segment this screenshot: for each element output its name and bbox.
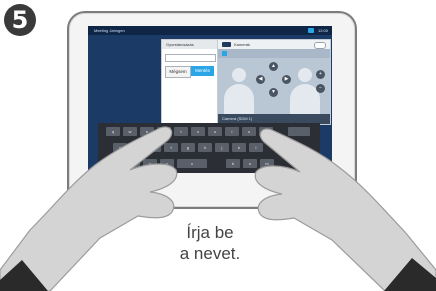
instruction-caption: Írja be a nevet. <box>150 222 270 264</box>
camera-preview: ▲ ▼ ◀ ▶ + − <box>218 58 330 114</box>
cancel-button[interactable]: Mégsem <box>165 66 191 78</box>
zoom-out-icon[interactable]: − <box>316 84 325 93</box>
clock-text: 12:00 <box>317 28 328 33</box>
person-silhouette-head <box>232 68 246 82</box>
person-silhouette-head <box>298 68 312 82</box>
zoom-in-icon[interactable]: + <box>316 70 325 79</box>
caption-line-1: Írja be <box>186 223 234 242</box>
name-panel-title: Gyorstárcsázás <box>162 40 217 49</box>
pan-up-icon[interactable]: ▲ <box>269 62 278 71</box>
camera-icon[interactable] <box>308 28 314 33</box>
caption-line-2: a nevet. <box>179 244 241 263</box>
pan-left-icon[interactable]: ◀ <box>256 75 265 84</box>
name-input[interactable] <box>165 54 216 62</box>
pan-right-icon[interactable]: ▶ <box>282 75 291 84</box>
selfview-toggle[interactable] <box>314 42 326 49</box>
camera-panel-title: Kamerák <box>234 42 251 47</box>
video-camera-icon <box>222 42 231 47</box>
save-button[interactable]: Mentés <box>191 66 214 76</box>
camera-subheader <box>218 49 330 58</box>
status-bar: Meeting Jahngen 12:00 <box>88 26 332 35</box>
camera-panel-header: Kamerák <box>218 40 330 49</box>
current-user-label: Meeting Jahngen <box>94 28 125 33</box>
step-number-badge: 5 <box>4 4 36 36</box>
camera-checkbox[interactable] <box>222 51 227 56</box>
pan-down-icon[interactable]: ▼ <box>269 88 278 97</box>
